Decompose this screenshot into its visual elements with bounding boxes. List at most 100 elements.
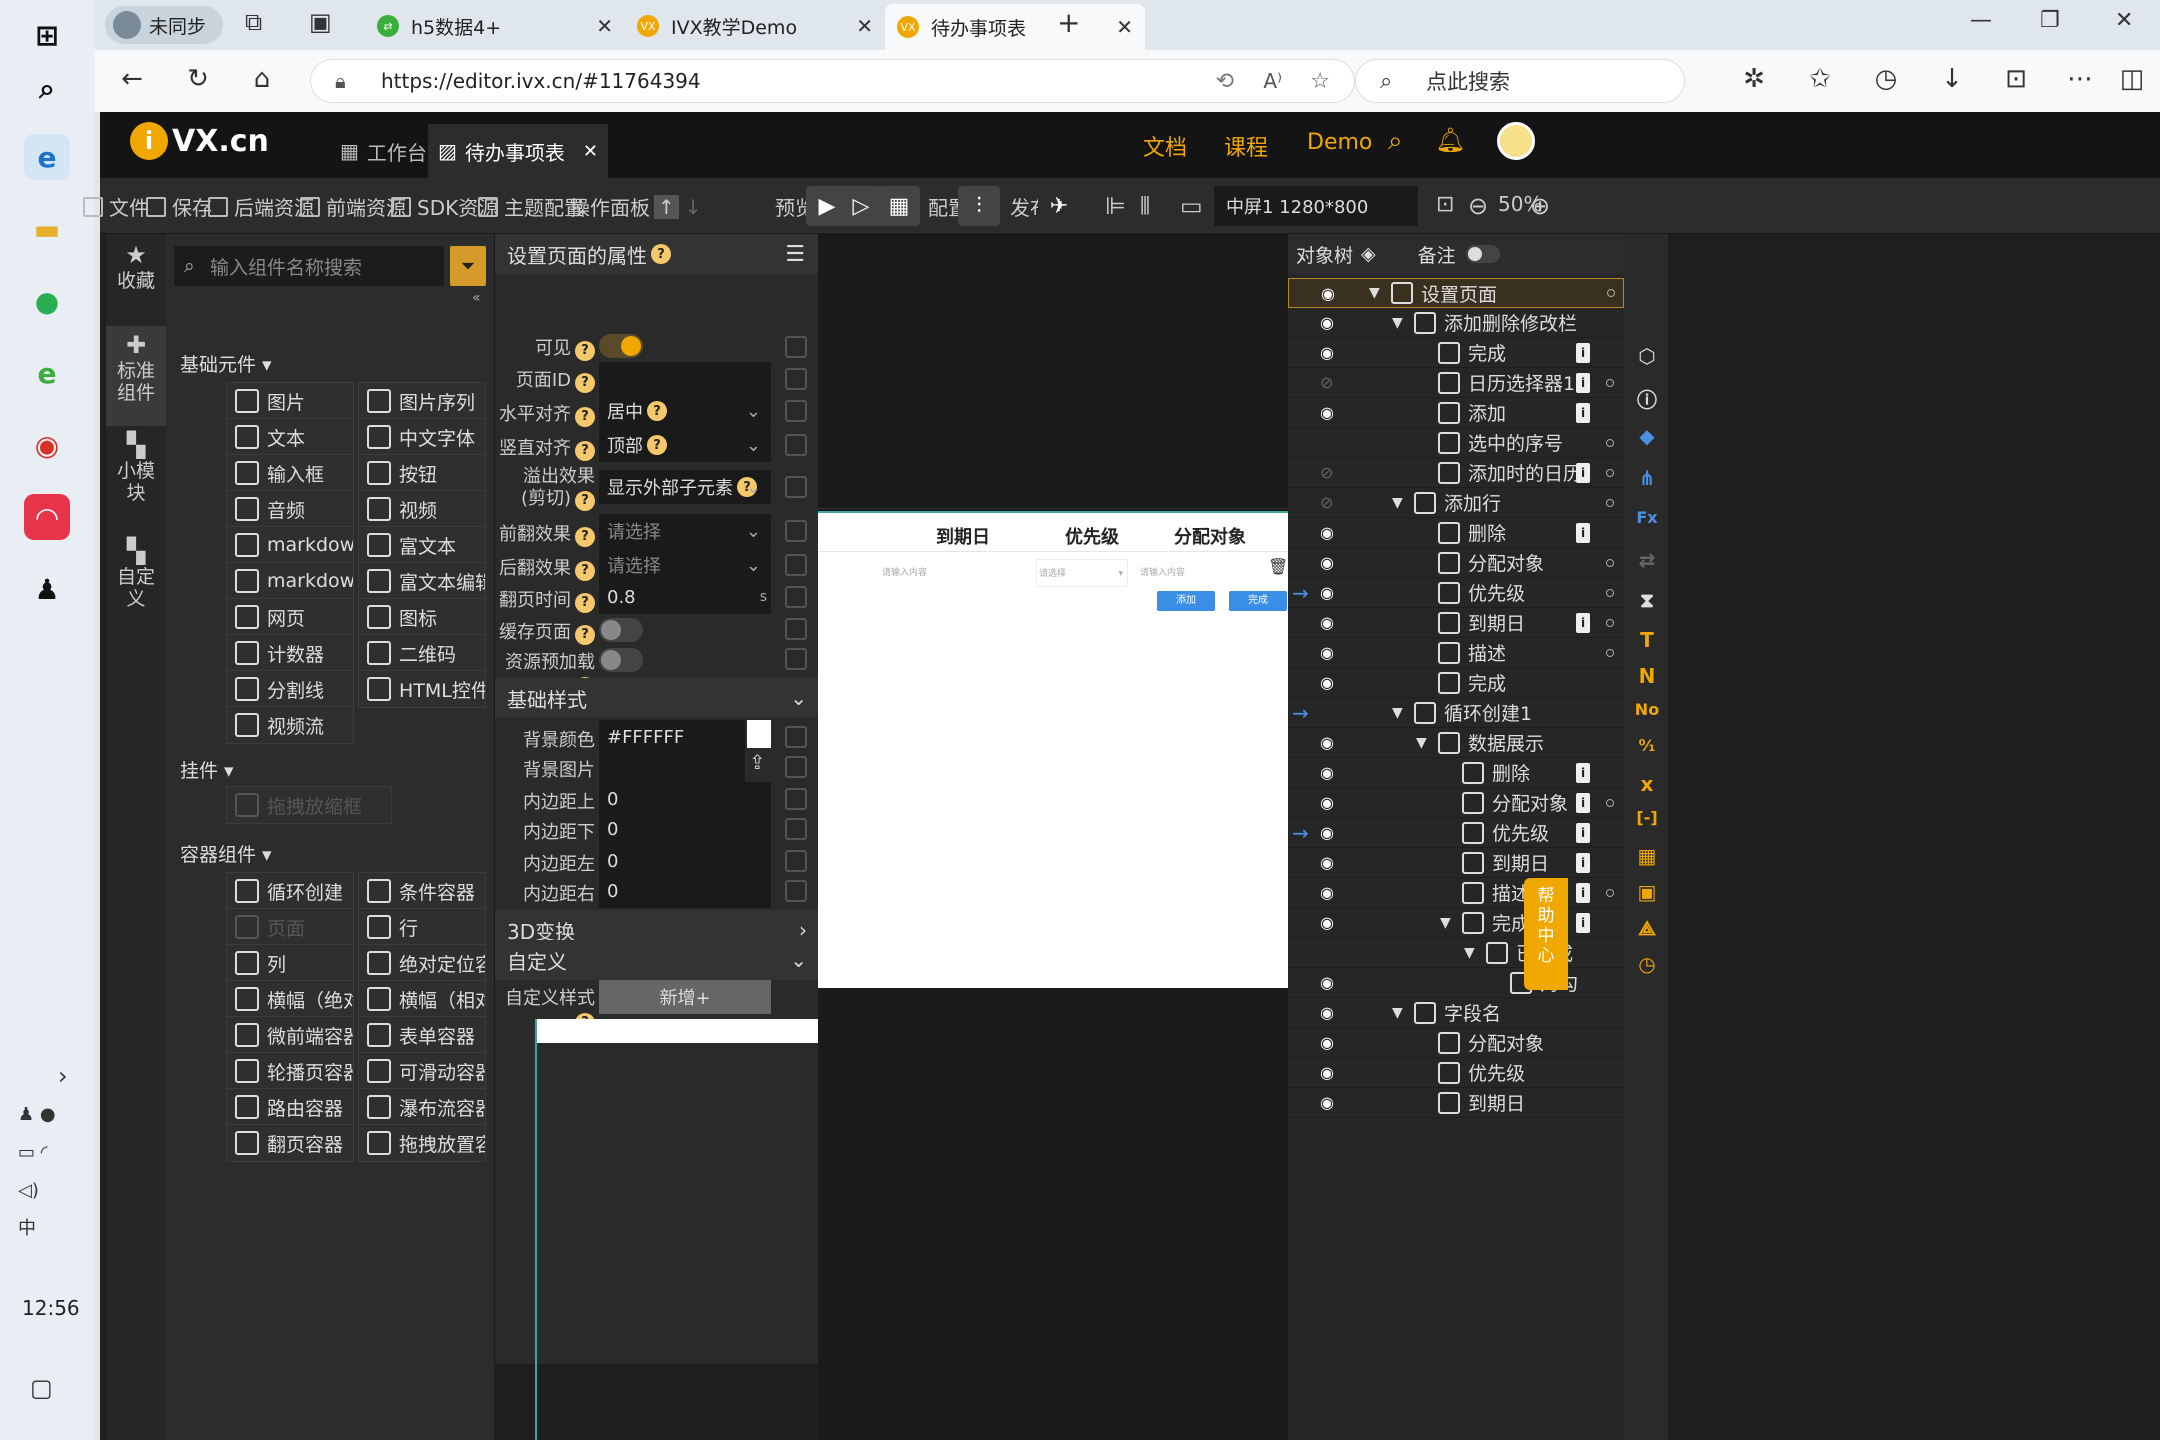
add-button[interactable]: 添加 <box>1157 591 1215 611</box>
flip-time-input[interactable]: 0.8 s <box>599 580 771 614</box>
extensions-icon[interactable]: ✲ <box>1737 64 1771 94</box>
copy-icon[interactable] <box>785 434 807 456</box>
minimize-icon[interactable]: — <box>1970 8 1992 33</box>
eye-icon[interactable]: ◉ <box>1320 1063 1334 1082</box>
copy-icon[interactable] <box>785 648 807 670</box>
new-tab-icon[interactable]: + <box>1057 6 1080 39</box>
tree-row[interactable]: ◉ ▼ 添加删除修改栏 <box>1288 308 1624 338</box>
help-icon[interactable]: ? <box>575 592 595 613</box>
component-container-13[interactable]: 瀑布流容器 <box>358 1088 486 1126</box>
fraction-icon[interactable]: ⁰⁄₁ <box>1632 736 1662 766</box>
collapse-icon[interactable]: « <box>472 290 481 306</box>
save-button[interactable]: 保存 <box>146 192 212 221</box>
info-icon[interactable]: i <box>1576 372 1590 393</box>
expand-triangle-icon[interactable]: ▼ <box>1392 315 1403 331</box>
component-container-8[interactable]: 微前端容器 <box>226 1016 354 1054</box>
copy-icon[interactable] <box>785 476 807 498</box>
close-icon[interactable]: ✕ <box>596 14 613 38</box>
bg-color-input[interactable]: #FFFFFF <box>599 720 745 754</box>
component-basic-13[interactable]: 图标 <box>358 598 486 636</box>
eye-off-icon[interactable]: ⊘ <box>1320 373 1333 392</box>
component-container-15[interactable]: 拖拽放置容器 <box>358 1124 486 1162</box>
help-center-button[interactable]: 帮助中心 <box>1524 878 1568 990</box>
expand-triangle-icon[interactable]: ▼ <box>1392 1005 1403 1021</box>
tree-row[interactable]: ◉ 到期日 <box>1288 1088 1624 1118</box>
info-icon[interactable]: i <box>1576 882 1590 903</box>
trash-icon[interactable]: 🗑︎ <box>1268 557 1288 576</box>
tree-row[interactable]: ◉ ▼ 设置页面 <box>1288 278 1624 308</box>
help-icon[interactable]: ? <box>575 406 595 427</box>
upload-icon[interactable]: ⇪ <box>749 750 766 774</box>
design-canvas[interactable]: 到期日 优先级 分配对象 请输入内容 请选择 ▾ 请输入内容 🗑︎ 添加 完成 <box>535 234 1288 1440</box>
group-plugin[interactable]: 挂件 ▾ <box>180 756 234 783</box>
zoom-in-icon[interactable]: ⊕ <box>1530 192 1550 220</box>
number-no-icon[interactable]: No <box>1632 700 1662 730</box>
tree-row[interactable]: ◉ 描述 i <box>1288 878 1624 908</box>
eye-icon[interactable]: ◉ <box>1320 523 1334 542</box>
component-container-10[interactable]: 轮播页容器 <box>226 1052 354 1090</box>
more-icon[interactable]: ⋯ <box>2063 64 2097 94</box>
tree-row[interactable]: ◉ ▼ 完成 i <box>1288 908 1624 938</box>
tree-row[interactable]: ◉ 到期日 i <box>1288 608 1624 638</box>
docs-link[interactable]: 文档 <box>1143 130 1187 162</box>
tree-row[interactable]: ◉ 完成 <box>1288 668 1624 698</box>
basic-style-section[interactable]: 基础样式 ⌄ <box>495 678 819 718</box>
component-basic-9[interactable]: 富文本 <box>358 526 486 564</box>
component-basic-15[interactable]: 二维码 <box>358 634 486 672</box>
dot-icon[interactable] <box>1606 648 1614 657</box>
copy-icon[interactable] <box>785 880 807 902</box>
tray-expand-icon[interactable]: › <box>58 1062 68 1090</box>
download-icon[interactable]: ↓ <box>1935 64 1969 94</box>
copy-icon[interactable] <box>785 336 807 358</box>
expand-triangle-icon[interactable]: ▼ <box>1464 945 1475 961</box>
back-icon[interactable]: ← <box>115 64 149 94</box>
component-basic-7[interactable]: 视频 <box>358 490 486 528</box>
custom-section[interactable]: 自定义 ⌄ <box>495 940 819 980</box>
group-container[interactable]: 容器组件 ▾ <box>180 840 272 867</box>
component-container-5[interactable]: 绝对定位容器 <box>358 944 486 982</box>
tree-row[interactable]: ◉ 添加 i <box>1288 398 1624 428</box>
color-swatch[interactable] <box>747 720 771 748</box>
eye-icon[interactable]: ◉ <box>1320 583 1334 602</box>
due-input[interactable]: 请输入内容 <box>882 559 1022 587</box>
dot-icon[interactable] <box>1606 888 1614 897</box>
close-icon[interactable]: ✕ <box>1116 15 1133 39</box>
cache-toggle[interactable] <box>599 618 643 642</box>
info-icon[interactable]: i <box>1576 852 1590 873</box>
nodes-icon[interactable]: ⟁ <box>1632 916 1662 946</box>
overflow-select[interactable]: 显示外部子元素? ⌄ <box>599 470 771 504</box>
copy-icon[interactable] <box>785 368 807 390</box>
browser-tab-todo[interactable]: VX 待办事项表 ✕ <box>885 4 1145 50</box>
eye-icon[interactable]: ◉ <box>1320 553 1334 572</box>
app-icon[interactable]: ⟲ <box>1216 69 1234 94</box>
tree-row[interactable]: ◉对勾 <box>1288 968 1624 998</box>
close-icon[interactable]: ✕ <box>856 14 873 38</box>
notes-toggle[interactable] <box>1465 245 1500 263</box>
component-search-input[interactable]: ⌕ 输入组件名称搜索 <box>174 246 444 286</box>
copy-icon[interactable] <box>785 726 807 748</box>
tree-row[interactable]: ◉ 删除 i <box>1288 518 1624 548</box>
preload-toggle[interactable] <box>599 648 643 672</box>
favorites-icon[interactable]: ✩ <box>1803 64 1837 94</box>
help-icon[interactable]: ? <box>575 372 595 393</box>
info-icon[interactable]: i <box>1576 792 1590 813</box>
eye-icon[interactable]: ◉ <box>1320 613 1334 632</box>
swap-icon[interactable]: ⇄ <box>1632 548 1662 578</box>
align-left-icon[interactable]: ⊫ <box>1105 192 1126 220</box>
tree-row[interactable]: ◉ ▼ 字段名 <box>1288 998 1624 1028</box>
workspaces-icon[interactable]: ⧉ <box>245 8 262 36</box>
eye-icon[interactable]: ◉ <box>1320 883 1334 902</box>
tray-icons[interactable]: ♟ ● ▭ ◜ ◁) 中 <box>18 1096 56 1248</box>
expand-triangle-icon[interactable]: ▼ <box>1416 735 1427 751</box>
flow-icon[interactable]: ⋔ <box>1632 466 1662 496</box>
info-icon[interactable]: i <box>1576 462 1590 483</box>
tree-row[interactable]: → ◉ 优先级 i <box>1288 818 1624 848</box>
backend-resources[interactable]: 后端资源 <box>208 192 314 221</box>
sliders-icon[interactable]: ⫶ <box>958 186 1000 226</box>
eye-icon[interactable]: ◉ <box>1320 643 1334 662</box>
component-basic-16[interactable]: 分割线 <box>226 670 354 708</box>
bracket-icon[interactable]: [-] <box>1632 808 1662 838</box>
screen-size-select[interactable]: 中屏1 1280*800 <box>1214 186 1418 226</box>
eye-icon[interactable]: ◉ <box>1320 1003 1334 1022</box>
component-basic-8[interactable]: markdown <box>226 526 354 564</box>
